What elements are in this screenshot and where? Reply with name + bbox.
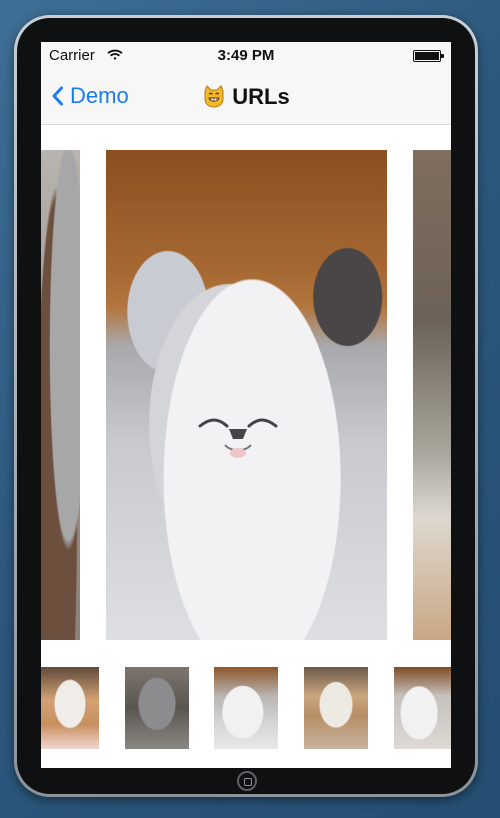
thumbnail-2[interactable] bbox=[125, 667, 189, 749]
thumbnail-4[interactable] bbox=[304, 667, 368, 749]
app-screen: Carrier 3:49 PM Demo URLs bbox=[41, 42, 451, 768]
kitten-photo-left-partial[interactable] bbox=[41, 150, 80, 640]
page-title-text: URLs bbox=[232, 84, 290, 109]
grinning-cat-icon bbox=[204, 85, 224, 108]
kitten-face-illustration bbox=[198, 418, 278, 458]
kitten-photo-current[interactable] bbox=[106, 150, 387, 640]
thumbnail-strip[interactable] bbox=[41, 660, 451, 752]
page-title: URLs bbox=[41, 84, 451, 110]
thumbnail-1[interactable] bbox=[41, 667, 99, 749]
home-button-icon[interactable] bbox=[237, 771, 257, 791]
thumbnail-5[interactable] bbox=[394, 667, 451, 749]
photo-pager[interactable] bbox=[41, 150, 451, 640]
status-bar: Carrier 3:49 PM bbox=[41, 42, 451, 68]
battery-icon bbox=[413, 50, 444, 62]
thumbnail-3[interactable] bbox=[214, 667, 278, 749]
kitten-photo-right-partial[interactable] bbox=[413, 150, 451, 640]
navigation-bar: Demo URLs bbox=[41, 68, 451, 125]
status-time: 3:49 PM bbox=[217, 47, 275, 64]
